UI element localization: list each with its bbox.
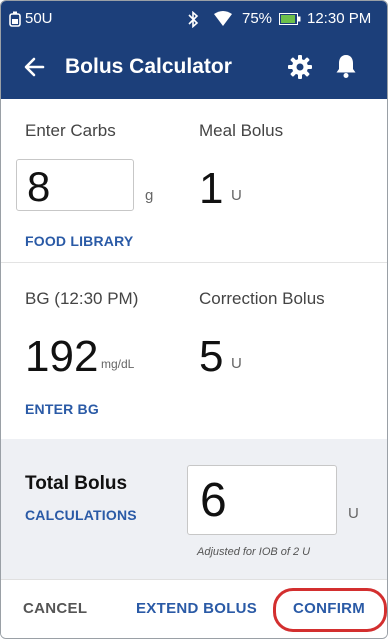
food-library-link[interactable]: FOOD LIBRARY: [25, 233, 133, 249]
battery-percent: 75%: [242, 10, 273, 27]
total-bolus-panel: Total Bolus CALCULATIONS 6 U Adjusted fo…: [1, 439, 387, 579]
enter-bg-link[interactable]: ENTER BG: [25, 401, 99, 417]
section-divider: [1, 262, 387, 263]
total-bolus-unit: U: [348, 505, 359, 522]
bell-icon[interactable]: [335, 53, 357, 79]
bluetooth-icon: [188, 11, 199, 28]
bg-unit: mg/dL: [101, 357, 135, 371]
calculator-inputs: Enter Carbs 8 g FOOD LIBRARY Meal Bolus …: [1, 99, 387, 439]
confirm-button[interactable]: CONFIRM: [293, 600, 365, 617]
status-bar: 50U 75% 12:30 PM: [1, 1, 387, 37]
enter-carbs-label: Enter Carbs: [25, 121, 116, 140]
carbs-input[interactable]: 8: [16, 159, 134, 211]
insulin-reservoir-icon: [9, 11, 21, 27]
meal-bolus-value: 1: [199, 164, 224, 213]
wifi-icon: [214, 11, 232, 26]
meal-bolus-label: Meal Bolus: [199, 121, 284, 140]
gear-icon[interactable]: [287, 54, 313, 80]
reservoir-units: 50U: [25, 10, 53, 27]
calculations-link[interactable]: CALCULATIONS: [25, 507, 137, 523]
bg-label: BG (12:30 PM): [25, 289, 139, 308]
total-bolus-value: 6: [200, 474, 227, 527]
total-bolus-input[interactable]: 6: [187, 465, 337, 535]
clock: 12:30 PM: [307, 10, 372, 27]
carbs-value: 8: [27, 163, 51, 210]
extend-bolus-button[interactable]: EXTEND BOLUS: [136, 600, 257, 617]
battery-icon: [279, 13, 301, 25]
meal-bolus-unit: U: [231, 187, 242, 204]
correction-bolus-label: Correction Bolus: [199, 289, 325, 308]
action-bar: CANCEL EXTEND BOLUS CONFIRM: [1, 579, 387, 638]
page-title: Bolus Calculator: [65, 55, 232, 78]
app-bar: Bolus Calculator: [1, 37, 387, 99]
back-arrow-icon[interactable]: [23, 56, 45, 78]
correction-bolus-unit: U: [231, 355, 242, 372]
bg-value: 192: [25, 332, 99, 381]
app-frame: 50U 75% 12:30 PM Bolus Calculator Enter …: [0, 0, 388, 639]
carbs-unit: g: [145, 187, 154, 204]
correction-bolus-value: 5: [199, 332, 224, 381]
iob-adjustment-note: Adjusted for IOB of 2 U: [197, 546, 311, 558]
cancel-button[interactable]: CANCEL: [23, 600, 87, 617]
total-bolus-label: Total Bolus: [25, 473, 128, 494]
